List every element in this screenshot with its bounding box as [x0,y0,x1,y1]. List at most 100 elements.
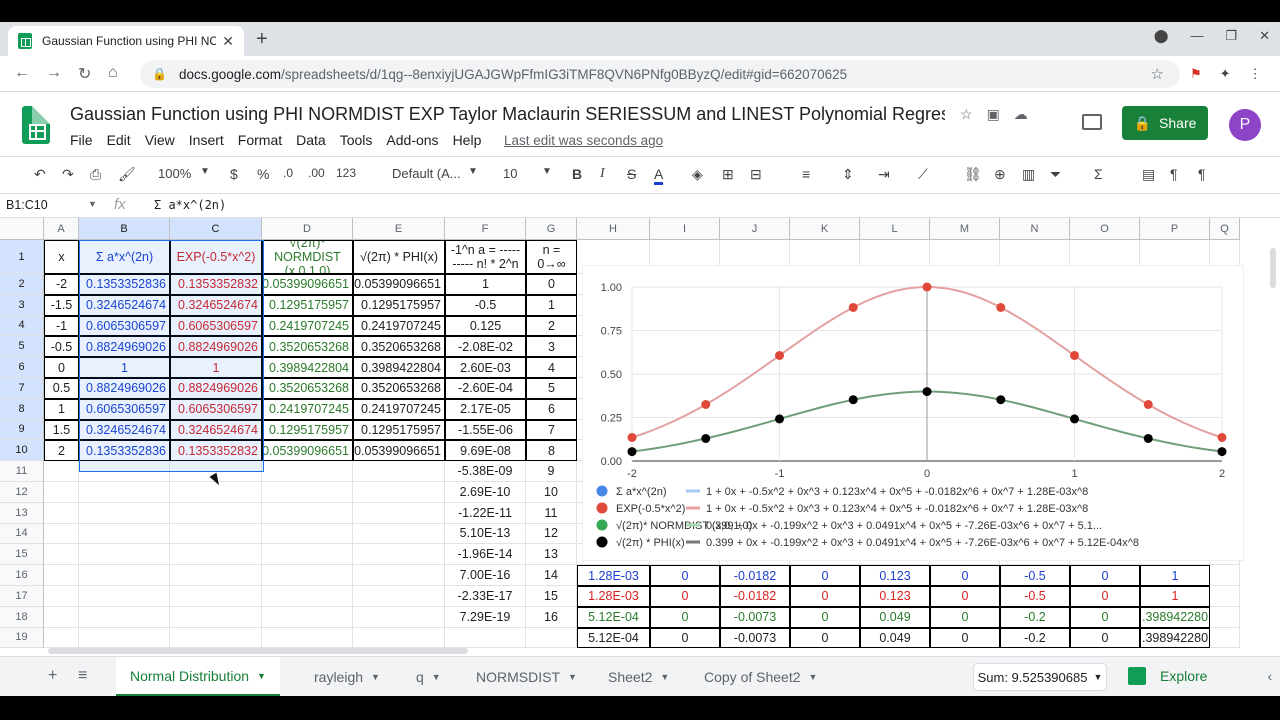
reload-icon[interactable]: ↻ [78,64,91,84]
coef-cell[interactable]: 0 [790,627,860,648]
share-button[interactable]: 🔒 Share [1122,106,1208,140]
grid-cell[interactable] [353,627,445,648]
star-icon[interactable]: ☆ [960,106,973,123]
series-index-cell[interactable]: 0 [526,274,577,295]
new-tab-icon[interactable]: + [256,28,268,51]
close-window-icon[interactable]: ✕ [1259,28,1270,44]
coef-cell[interactable]: -0.2 [1000,606,1070,628]
grid-cell[interactable] [44,565,79,586]
table-cell[interactable]: 0.3246524674 [170,294,262,316]
menu-insert[interactable]: Insert [189,132,224,148]
grid-cell[interactable] [262,586,353,607]
table-cell[interactable]: 0.1295175957 [353,294,445,316]
tab-dropdown-icon[interactable]: ▼ [809,672,818,682]
grid-cell[interactable] [44,502,79,524]
strikethrough-button[interactable]: S [627,166,636,182]
functions-icon[interactable]: Σ [1094,166,1103,182]
avatar[interactable]: P [1229,109,1261,141]
table-cell[interactable]: 0.6065306597 [170,398,262,420]
italic-button[interactable]: I [600,166,605,182]
grid-cell[interactable] [1210,586,1240,607]
sheet-tab-rayleigh[interactable]: rayleigh ▼ [300,657,394,696]
column-header-n[interactable]: N [1000,218,1070,240]
series-coefficient-cell[interactable]: 2.60E-03 [445,357,526,378]
coef-cell[interactable]: 0 [650,606,720,628]
grid-cell[interactable] [1210,606,1240,628]
decrease-decimal-button[interactable]: .0 [283,166,293,180]
series-index-cell[interactable]: 16 [526,606,577,628]
chart[interactable]: 0.00 0.25 0.50 0.75 1.00 -2 -1 0 1 2 Σ a*x^(2n) 1 +… [582,265,1244,561]
grid-cell[interactable] [44,482,79,503]
table-cell[interactable]: -2 [44,274,79,295]
document-title[interactable]: Gaussian Function using PHI NORMDIST EXP… [70,104,945,125]
column-header-a[interactable]: A [44,218,79,240]
series-index-cell[interactable]: 7 [526,419,577,441]
row-header-15[interactable]: 15 [0,544,44,566]
row-header-18[interactable]: 18 [0,606,44,628]
print-icon[interactable]: ⎙ [90,166,101,183]
font-size-select[interactable]: 10 [503,166,517,181]
name-box[interactable]: B1:C10 [6,198,96,212]
grid-cell[interactable] [79,482,170,503]
paint-format-icon[interactable]: 🖌 [118,166,136,183]
column-header-g[interactable]: G [526,218,577,240]
bookmark-star-icon[interactable]: ☆ [1151,65,1164,83]
series-index-cell[interactable]: 4 [526,357,577,378]
more-formats-button[interactable]: 123 [336,166,356,180]
row-header-12[interactable]: 12 [0,482,44,503]
table-cell[interactable]: -0.5 [44,336,79,358]
grid-cell[interactable] [262,502,353,524]
grid-cell[interactable] [79,565,170,586]
tab-dropdown-icon[interactable]: ▼ [371,672,380,682]
filter-icon[interactable]: ⏷ [1050,166,1061,183]
coef-cell[interactable]: -0.5 [1000,565,1070,586]
coef-cell[interactable]: 0 [650,565,720,586]
tab-dropdown-icon[interactable]: ▼ [568,672,577,682]
borders-icon[interactable]: ⊞ [722,166,734,183]
table-cell[interactable]: 0.3989422804 [262,357,353,378]
grid-cell[interactable] [79,586,170,607]
insert-link-icon[interactable]: ⛓ [964,166,982,183]
browser-tab[interactable]: Gaussian Function using PHI NO ✕ [8,26,244,56]
grid-cell[interactable] [353,586,445,607]
row-header-4[interactable]: 4 [0,315,44,337]
series-index-cell[interactable]: 1 [526,294,577,316]
freeze-icon[interactable]: ▤ [1142,166,1155,183]
series-coefficient-cell[interactable]: -1.22E-11 [445,502,526,524]
menu-help[interactable]: Help [453,132,482,148]
table-cell[interactable]: 0.05399096651 [353,440,445,462]
menu-file[interactable]: File [70,132,93,148]
align-icon[interactable]: ≡ [802,166,810,182]
fill-color-icon[interactable]: ◈ [692,166,703,183]
series-index-cell[interactable]: 6 [526,398,577,420]
coef-cell[interactable]: .398942280 [1140,627,1210,648]
table-cell[interactable]: 0.5 [44,378,79,399]
coef-cell[interactable]: 0 [930,627,1000,648]
close-tab-icon[interactable]: ✕ [222,33,234,50]
column-header-f[interactable]: F [445,218,526,240]
coef-cell[interactable]: -0.2 [1000,627,1070,648]
coef-cell[interactable]: 0.123 [860,586,930,607]
table-cell[interactable]: 0.1353352836 [79,440,170,462]
column-header-d[interactable]: D [262,218,353,240]
table-cell[interactable]: 0 [44,357,79,378]
coef-cell[interactable]: 0 [790,565,860,586]
coef-cell[interactable]: 1.28E-03 [577,586,650,607]
select-all-corner[interactable] [0,218,44,240]
row-header-10[interactable]: 10 [0,440,44,462]
back-icon[interactable]: ← [14,64,30,82]
grid-cell[interactable] [1210,627,1240,648]
row-header-3[interactable]: 3 [0,294,44,316]
grid-cell[interactable] [79,461,170,482]
table-cell[interactable]: 0.1295175957 [262,294,353,316]
table-cell[interactable]: 0.1295175957 [353,419,445,441]
menu-edit[interactable]: Edit [107,132,131,148]
column-header-l[interactable]: L [860,218,930,240]
coef-cell[interactable]: 1 [1140,586,1210,607]
sheet-tab-q[interactable]: q ▼ [402,657,455,696]
series-coefficient-cell[interactable]: -2.33E-17 [445,586,526,607]
table-cell[interactable]: 0.3520653268 [353,336,445,358]
grid-cell[interactable] [79,502,170,524]
table-cell[interactable]: 0.3246524674 [170,419,262,441]
series-coefficient-cell[interactable]: -1.55E-06 [445,419,526,441]
